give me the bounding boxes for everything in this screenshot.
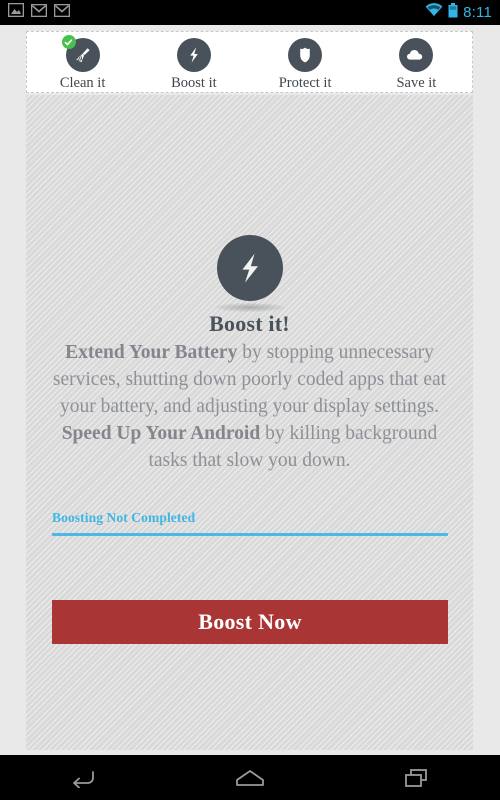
tab-protect-it-icon-wrap: [288, 38, 323, 72]
tab-protect-it[interactable]: Protect it: [250, 32, 361, 92]
recents-icon[interactable]: [382, 755, 452, 800]
boost-panel: Boost it! Extend Your Battery by stoppin…: [26, 95, 473, 750]
tab-boost-it-label: Boost it: [171, 75, 217, 91]
status-badge: Boosting Not Completed: [52, 510, 196, 525]
tab-save-it[interactable]: Save it: [361, 32, 472, 92]
description-text: Extend Your Battery by stopping unnecess…: [50, 339, 449, 474]
notification-icons: [7, 2, 71, 22]
tab-clean-it-label: Clean it: [59, 75, 106, 91]
boost-now-button[interactable]: Boost Now: [52, 600, 448, 644]
lightning-bolt-icon: [176, 38, 211, 72]
boost-status-block: Boosting Not Completed: [52, 510, 448, 536]
device-screen: 8:11 Clean it Boost it Protect it Save i…: [0, 0, 500, 800]
status-bar-clock: 8:11: [463, 4, 492, 21]
cloud-icon: [399, 38, 434, 72]
android-status-bar: 8:11: [0, 0, 500, 25]
battery-icon: [448, 2, 458, 23]
tab-save-it-icon-wrap: [399, 38, 434, 72]
status-indicators: 8:11: [425, 2, 492, 23]
progress-bar: [52, 533, 448, 536]
app-content: Clean it Boost it Protect it Save it Boo…: [0, 25, 500, 755]
top-tab-bar: Clean it Boost it Protect it Save it: [26, 31, 473, 93]
email-icon: [53, 3, 71, 22]
tab-clean-it-icon-wrap: [61, 35, 100, 72]
home-icon[interactable]: [215, 755, 285, 800]
boost-now-button-label: Boost Now: [198, 609, 302, 634]
lightning-bolt-icon: [216, 235, 283, 301]
tab-save-it-label: Save it: [396, 75, 437, 91]
hero-section: [26, 235, 473, 312]
shield-icon: [288, 38, 323, 72]
email-icon: [30, 3, 48, 22]
tab-clean-it[interactable]: Clean it: [27, 32, 138, 92]
tab-protect-it-label: Protect it: [278, 75, 332, 91]
wifi-icon: [425, 3, 443, 22]
tab-boost-it-icon-wrap: [176, 38, 211, 72]
android-nav-bar: [0, 755, 500, 800]
image-icon: [7, 2, 25, 22]
check-badge-icon: [61, 35, 76, 49]
tab-boost-it[interactable]: Boost it: [138, 32, 249, 92]
description-strong-speed: Speed Up Your Android: [61, 423, 261, 444]
back-icon[interactable]: [48, 755, 118, 800]
page-title: Boost it!: [209, 311, 290, 336]
description-strong-battery: Extend Your Battery: [65, 342, 238, 363]
